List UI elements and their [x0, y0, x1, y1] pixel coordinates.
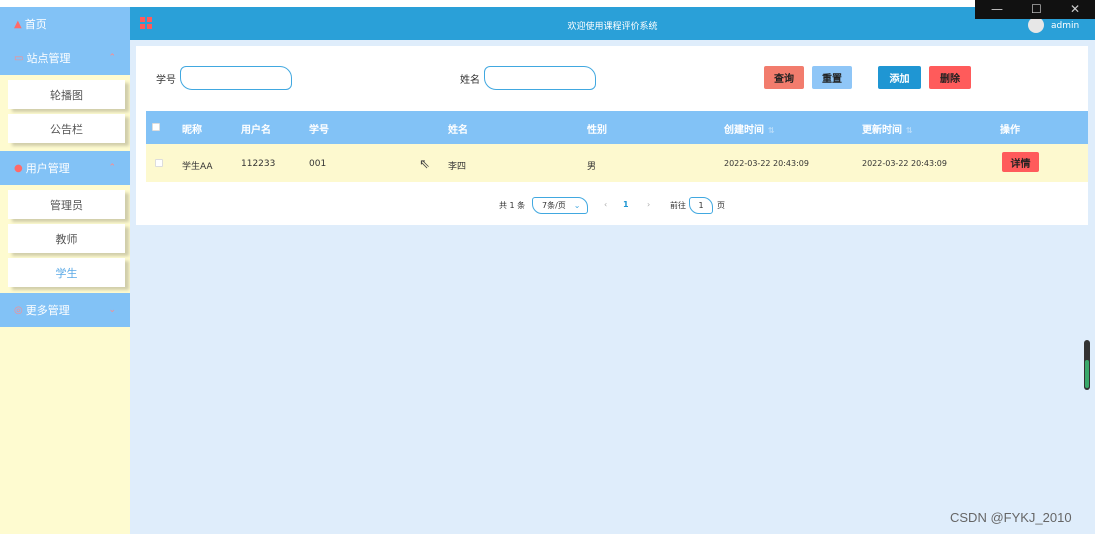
- chevron-up-icon: ⌃: [108, 53, 116, 63]
- more-icon: ◎: [14, 304, 23, 316]
- chevron-down-icon: ⌄: [573, 201, 581, 210]
- page-size-select[interactable]: 7条/页 ⌄: [532, 197, 588, 214]
- table-header: 昵称 用户名 学号 姓名 性别 创建时间 ⇅ 更新时间 ⇅ 操作: [146, 111, 1088, 144]
- add-button[interactable]: 添加: [878, 66, 921, 89]
- avatar[interactable]: [1028, 17, 1044, 33]
- prev-page-icon[interactable]: ‹: [604, 200, 607, 209]
- watermark: CSDN @FYKJ_2010: [950, 510, 1072, 525]
- sidebar-item-teacher[interactable]: 教师: [8, 224, 125, 253]
- sidebar-item-admin[interactable]: 管理员: [8, 190, 125, 219]
- cell-student-id: 001: [309, 159, 327, 169]
- cell-created: 2022-03-22 20:43:09: [724, 159, 809, 168]
- page-suffix-label: 页: [717, 201, 725, 210]
- column-header-created[interactable]: 创建时间 ⇅: [724, 121, 775, 136]
- user-icon: ●: [14, 162, 23, 174]
- cell-name: 李四: [448, 162, 467, 172]
- student-id-input[interactable]: [180, 66, 292, 90]
- cell-nickname: 学生AA: [182, 162, 213, 172]
- chevron-down-icon: ⌄: [108, 305, 116, 315]
- top-header: 欢迎使用课程评价系统 admin: [130, 7, 1095, 40]
- sidebar-group-label: 用户管理: [25, 162, 70, 175]
- chevron-up-icon: ⌃: [108, 163, 116, 173]
- query-button[interactable]: 查询: [764, 66, 804, 89]
- student-id-label: 学号: [156, 75, 176, 86]
- sidebar-group-label: 更多管理: [25, 304, 70, 317]
- sidebar-group-more[interactable]: ◎ 更多管理 ⌄: [0, 293, 130, 327]
- column-header-username: 用户名: [241, 125, 271, 136]
- system-title: 欢迎使用课程评价系统: [567, 22, 658, 32]
- sidebar-item-label: 首页: [24, 18, 47, 31]
- sidebar-group-site[interactable]: ▭ 站点管理 ⌃: [0, 41, 130, 75]
- goto-page-input[interactable]: 1: [689, 197, 713, 214]
- maximize-icon[interactable]: ☐: [1031, 2, 1042, 16]
- page-size-value: 7条/页: [542, 201, 566, 210]
- cell-gender: 男: [587, 162, 597, 172]
- sidebar-group-user[interactable]: ● 用户管理 ⌃: [0, 151, 130, 185]
- student-list-panel: 学号 姓名 查询 重置 添加 删除 昵称 用户名 学号 姓名 性别 创建时间 ⇅ …: [136, 46, 1088, 225]
- sort-icon[interactable]: ⇅: [906, 126, 913, 135]
- column-header-updated[interactable]: 更新时间 ⇅: [862, 121, 913, 136]
- detail-button[interactable]: 详情: [1002, 152, 1039, 172]
- column-header-nickname: 昵称: [182, 125, 202, 136]
- select-all-checkbox[interactable]: [152, 123, 160, 131]
- home-icon: ▲: [14, 18, 22, 30]
- column-header-action: 操作: [1000, 125, 1020, 136]
- next-page-icon[interactable]: ›: [647, 200, 650, 209]
- mouse-cursor-icon: ⇖: [419, 157, 430, 172]
- page-number-current[interactable]: 1: [623, 200, 629, 209]
- column-header-name: 姓名: [448, 125, 468, 136]
- window-controls: — ☐ ✕: [975, 0, 1095, 19]
- total-count: 共 1 条: [499, 201, 526, 210]
- site-icon: ▭: [14, 52, 24, 64]
- sidebar-item-carousel[interactable]: 轮播图: [8, 80, 125, 109]
- sidebar: ▲ 首页 ▭ 站点管理 ⌃ 轮播图 公告栏 ● 用户管理 ⌃ 管理员 教师 学生…: [0, 7, 130, 534]
- minimize-icon[interactable]: —: [991, 2, 1003, 16]
- main-content: 学号 姓名 查询 重置 添加 删除 昵称 用户名 学号 姓名 性别 创建时间 ⇅ …: [130, 40, 1095, 534]
- column-header-gender: 性别: [587, 125, 607, 136]
- name-label: 姓名: [460, 75, 480, 86]
- username-label[interactable]: admin: [1051, 21, 1079, 31]
- sort-icon[interactable]: ⇅: [768, 126, 775, 135]
- pagination: 共 1 条 7条/页 ⌄ ‹ 1 › 前往 1 页: [136, 197, 1088, 215]
- goto-label: 前往: [670, 201, 686, 210]
- close-icon[interactable]: ✕: [1070, 2, 1080, 16]
- delete-button[interactable]: 删除: [929, 66, 971, 89]
- sidebar-group-label: 站点管理: [26, 52, 71, 65]
- name-input[interactable]: [484, 66, 596, 90]
- cell-username: 112233: [241, 159, 276, 169]
- reset-button[interactable]: 重置: [812, 66, 852, 89]
- table-row: 学生AA 112233 001 ⇖ 李四 男 2022-03-22 20:43:…: [146, 144, 1088, 182]
- row-checkbox[interactable]: [155, 159, 163, 167]
- sidebar-item-notice[interactable]: 公告栏: [8, 114, 125, 143]
- sidebar-item-home[interactable]: ▲ 首页: [0, 7, 130, 41]
- sidebar-item-student[interactable]: 学生: [8, 258, 125, 287]
- scrollbar[interactable]: [1084, 340, 1090, 390]
- cell-updated: 2022-03-22 20:43:09: [862, 159, 947, 168]
- column-header-student-id: 学号: [309, 125, 329, 136]
